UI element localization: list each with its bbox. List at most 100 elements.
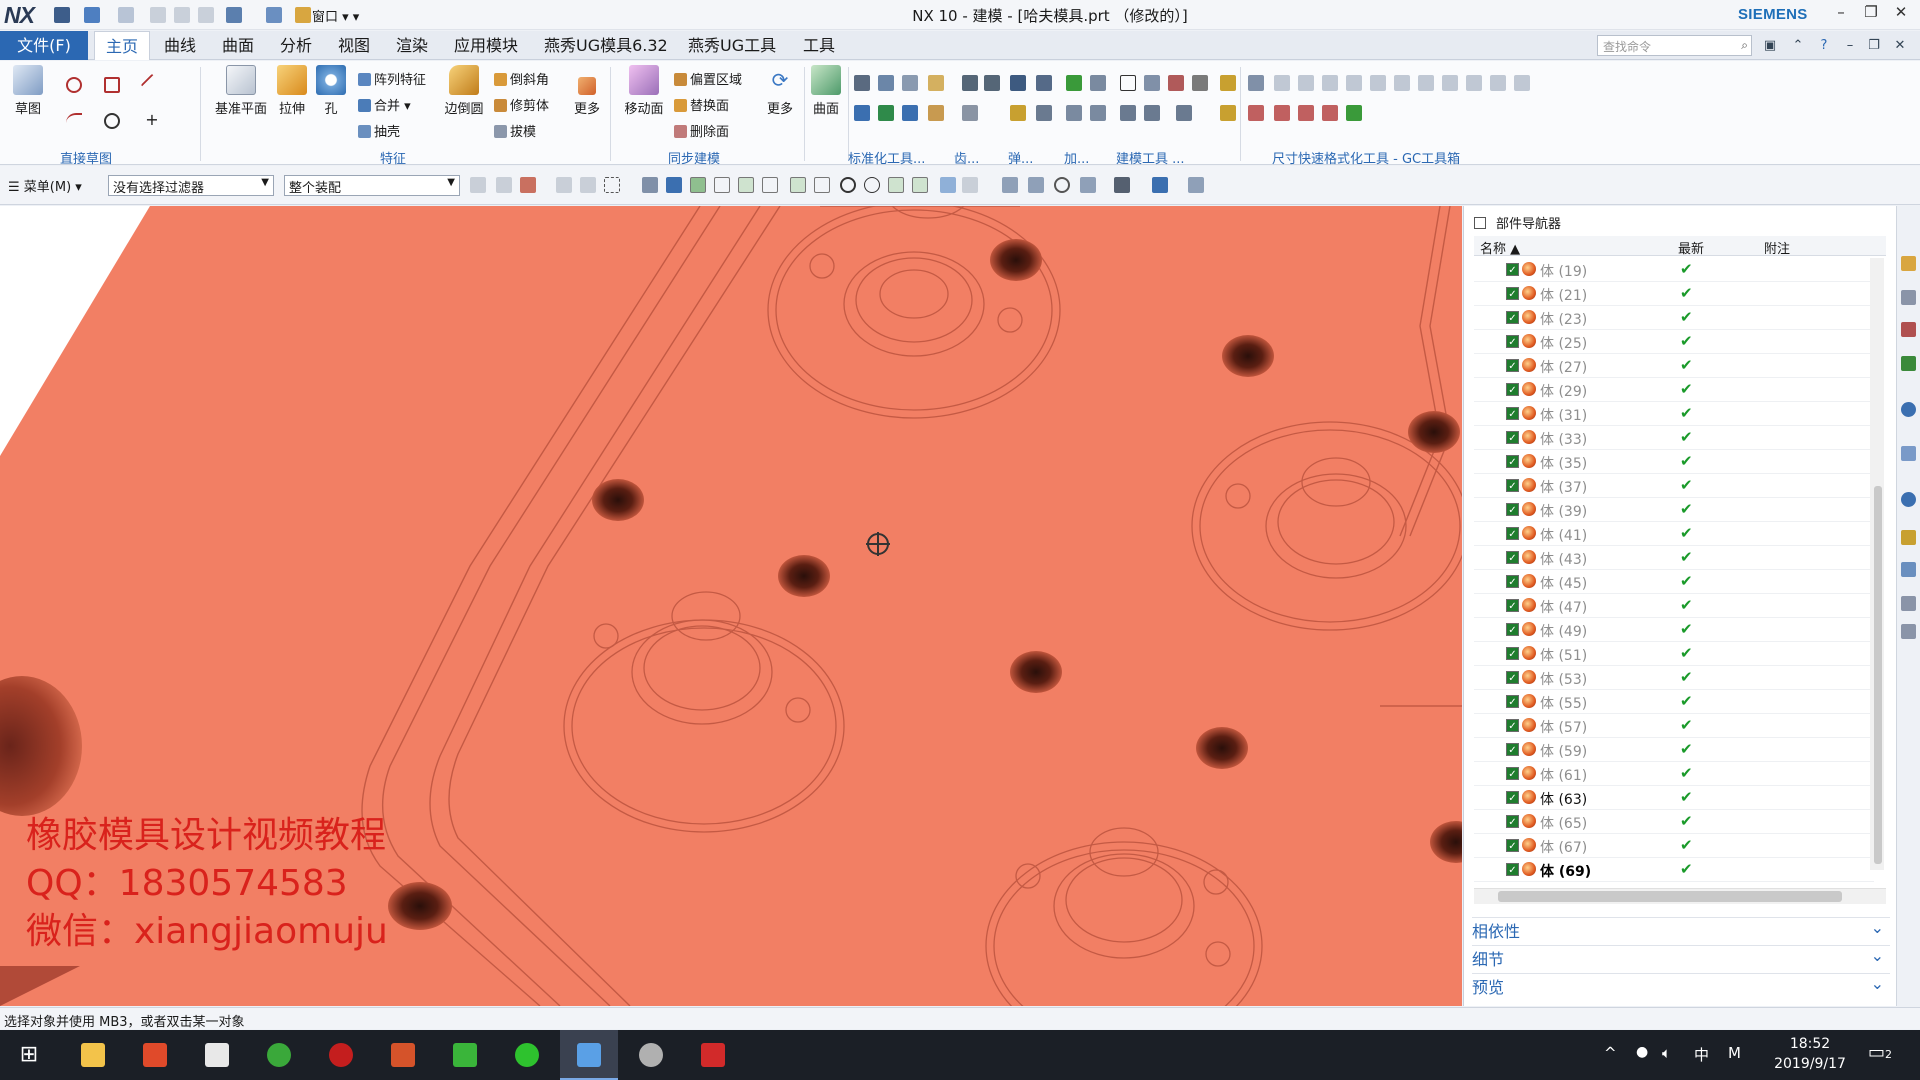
snap-icon[interactable] bbox=[962, 177, 978, 193]
trim-body-button[interactable]: 修剪体 bbox=[494, 95, 549, 114]
palette-icon[interactable] bbox=[1901, 530, 1916, 545]
tool-icon[interactable] bbox=[1010, 75, 1026, 91]
tab-tools[interactable]: 工具 bbox=[803, 31, 835, 60]
visibility-checkbox[interactable]: ✓ bbox=[1506, 311, 1519, 324]
snap-icon[interactable] bbox=[790, 177, 806, 193]
tab-application[interactable]: 应用模块 bbox=[454, 31, 518, 60]
profile-icon[interactable] bbox=[66, 77, 82, 93]
ime-mode-indicator[interactable]: M bbox=[1728, 1044, 1741, 1062]
tool-icon[interactable] bbox=[1066, 105, 1082, 121]
select-icon[interactable] bbox=[580, 177, 596, 193]
assembly-navigator-icon[interactable] bbox=[1901, 256, 1916, 271]
edge-blend-button[interactable]: 边倒圆 bbox=[440, 65, 488, 117]
menu-button[interactable]: ☰ 菜单(M) ▾ bbox=[8, 176, 82, 195]
selection-scope-select[interactable]: 整个装配 ▼ bbox=[284, 175, 460, 196]
tool-icon[interactable] bbox=[1466, 75, 1482, 91]
tool-icon[interactable] bbox=[1322, 75, 1338, 91]
snap-icon[interactable] bbox=[888, 177, 904, 193]
move-face-button[interactable]: 移动面 bbox=[618, 65, 670, 117]
tree-row[interactable]: ✓ 体 (19) ✔ bbox=[1474, 258, 1874, 282]
visibility-checkbox[interactable]: ✓ bbox=[1506, 863, 1519, 876]
visibility-checkbox[interactable]: ✓ bbox=[1506, 359, 1519, 372]
visibility-checkbox[interactable]: ✓ bbox=[1506, 839, 1519, 852]
preview-panel[interactable]: 预览 ⌄ bbox=[1472, 973, 1890, 997]
visibility-checkbox[interactable]: ✓ bbox=[1506, 599, 1519, 612]
tool-icon[interactable] bbox=[1066, 75, 1082, 91]
select-icon[interactable] bbox=[520, 177, 536, 193]
process-studio-icon[interactable] bbox=[1901, 624, 1916, 639]
snap-icon[interactable] bbox=[940, 177, 956, 193]
tree-row[interactable]: ✓ 体 (25) ✔ bbox=[1474, 330, 1874, 354]
reuse-library-icon[interactable] bbox=[1901, 356, 1916, 371]
start-button[interactable]: ⊞ bbox=[0, 1030, 58, 1080]
tree-row[interactable]: ✓ 体 (67) ✔ bbox=[1474, 834, 1874, 858]
constraint-navigator-icon[interactable] bbox=[1901, 290, 1916, 305]
tool-icon[interactable] bbox=[928, 75, 944, 91]
tool-icon[interactable] bbox=[962, 105, 978, 121]
view-icon[interactable] bbox=[1002, 177, 1018, 193]
surface-button[interactable]: 曲面 bbox=[808, 65, 844, 117]
visibility-checkbox[interactable]: ✓ bbox=[1506, 527, 1519, 540]
task-app[interactable] bbox=[126, 1030, 184, 1080]
snap-icon[interactable] bbox=[762, 177, 778, 193]
command-search-input[interactable]: 查找命令 ⌕ bbox=[1597, 35, 1752, 56]
col-note[interactable]: 附注 bbox=[1764, 238, 1790, 257]
navigator-horizontal-scrollbar[interactable] bbox=[1474, 888, 1886, 904]
tool-icon[interactable] bbox=[902, 105, 918, 121]
tool-icon[interactable] bbox=[1090, 75, 1106, 91]
tool-icon[interactable] bbox=[1298, 105, 1314, 121]
doc-minimize-icon[interactable]: – bbox=[1842, 38, 1858, 54]
help-icon[interactable]: ? bbox=[1816, 38, 1832, 54]
tab-render[interactable]: 渲染 bbox=[396, 31, 428, 60]
tab-surface[interactable]: 曲面 bbox=[222, 31, 254, 60]
type-filter-select[interactable]: 没有选择过滤器 ▼ bbox=[108, 175, 274, 196]
col-name[interactable]: 名称 ▲ bbox=[1480, 238, 1520, 257]
history-icon[interactable] bbox=[1901, 446, 1916, 461]
tree-row[interactable]: ✓ 体 (27) ✔ bbox=[1474, 354, 1874, 378]
tool-icon[interactable] bbox=[1248, 75, 1264, 91]
file-menu-tab[interactable]: 文件(F) bbox=[0, 31, 88, 60]
view-icon[interactable] bbox=[1028, 177, 1044, 193]
tree-row[interactable]: ✓ 体 (57) ✔ bbox=[1474, 714, 1874, 738]
tool-icon[interactable] bbox=[1514, 75, 1530, 91]
rotate-icon[interactable] bbox=[1054, 177, 1070, 193]
task-autocad[interactable] bbox=[684, 1030, 742, 1080]
tool-icon[interactable] bbox=[1394, 75, 1410, 91]
close-button[interactable]: ✕ bbox=[1888, 3, 1914, 25]
visibility-checkbox[interactable]: ✓ bbox=[1506, 479, 1519, 492]
task-app[interactable] bbox=[622, 1030, 680, 1080]
snap-icon[interactable] bbox=[912, 177, 928, 193]
tray-chevron-icon[interactable]: ^ bbox=[1604, 1044, 1617, 1062]
navigator-hscroll-thumb[interactable] bbox=[1498, 891, 1842, 902]
more-sync-button[interactable]: ⟳ 更多 bbox=[762, 65, 798, 117]
visibility-checkbox[interactable]: ✓ bbox=[1506, 263, 1519, 276]
tool-icon[interactable] bbox=[878, 105, 894, 121]
dependencies-panel[interactable]: 相依性 ⌄ bbox=[1472, 917, 1890, 941]
doc-restore-icon[interactable]: ❐ bbox=[1866, 38, 1882, 54]
tool-icon[interactable] bbox=[984, 75, 1000, 91]
tab-curve[interactable]: 曲线 bbox=[164, 31, 196, 60]
task-nx[interactable] bbox=[560, 1030, 618, 1080]
tool-icon[interactable] bbox=[928, 105, 944, 121]
tree-row[interactable]: ✓ 体 (55) ✔ bbox=[1474, 690, 1874, 714]
task-file-explorer[interactable] bbox=[64, 1030, 122, 1080]
more-features-button[interactable]: 更多 bbox=[570, 65, 604, 117]
datum-plane-button[interactable]: 基准平面 bbox=[210, 65, 272, 117]
tree-row[interactable]: ✓ 体 (63) ✔ bbox=[1474, 786, 1874, 810]
tab-analysis[interactable]: 分析 bbox=[280, 31, 312, 60]
select-icon[interactable] bbox=[556, 177, 572, 193]
tab-home[interactable]: 主页 bbox=[94, 31, 150, 60]
visibility-checkbox[interactable]: ✓ bbox=[1506, 431, 1519, 444]
draft-button[interactable]: 拔模 bbox=[494, 121, 536, 140]
visibility-checkbox[interactable]: ✓ bbox=[1506, 767, 1519, 780]
task-mail[interactable] bbox=[188, 1030, 246, 1080]
clock[interactable]: 18:52 2019/9/17 bbox=[1768, 1034, 1852, 1074]
tray-app-icon[interactable]: ● bbox=[1636, 1044, 1648, 1060]
tab-view[interactable]: 视图 bbox=[338, 31, 370, 60]
tool-icon[interactable] bbox=[854, 75, 870, 91]
snap-icon[interactable] bbox=[714, 177, 730, 193]
visibility-checkbox[interactable]: ✓ bbox=[1506, 455, 1519, 468]
task-wechat[interactable] bbox=[498, 1030, 556, 1080]
navigator-scroll-thumb[interactable] bbox=[1874, 486, 1882, 864]
snap-icon[interactable] bbox=[814, 177, 830, 193]
